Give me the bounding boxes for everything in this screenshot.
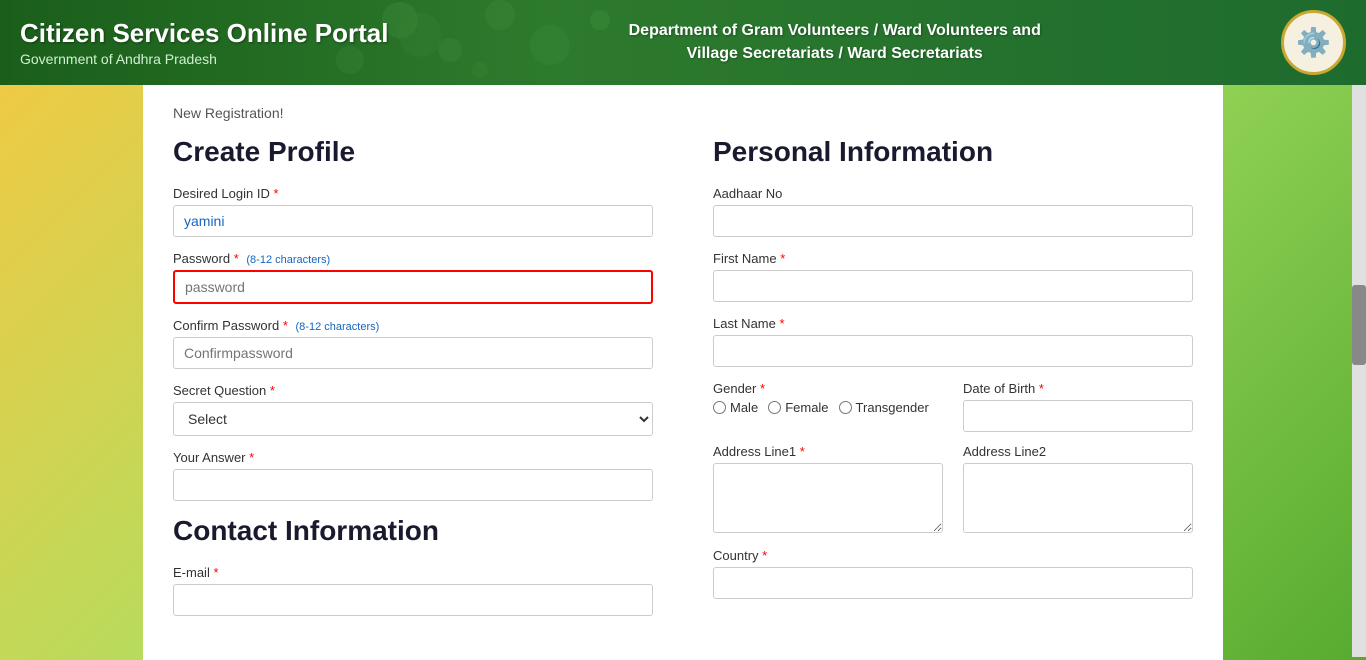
password-label: Password * (8-12 characters) [173, 251, 653, 266]
dob-group: Date of Birth * [963, 381, 1193, 432]
address-row: Address Line1 * Address Line2 [713, 444, 1193, 538]
panel-title: New Registration! [173, 105, 1193, 121]
create-profile-heading: Create Profile [173, 136, 653, 168]
address1-label: Address Line1 * [713, 444, 943, 459]
scrollbar-thumb[interactable] [1352, 285, 1366, 365]
last-name-required: * [780, 316, 785, 331]
login-id-label: Desired Login ID * [173, 186, 653, 201]
gender-radio-transgender[interactable] [839, 401, 852, 414]
confirm-password-input[interactable] [173, 337, 653, 369]
confirm-password-note: (8-12 characters) [296, 321, 380, 333]
your-answer-group: Your Answer * [173, 450, 653, 501]
dept-text: Department of Gram Volunteers / Ward Vol… [629, 22, 1041, 61]
gender-radio-male[interactable] [713, 401, 726, 414]
password-note: (8-12 characters) [246, 254, 330, 266]
address1-input[interactable] [713, 463, 943, 533]
dob-input[interactable] [963, 400, 1193, 432]
your-answer-input[interactable] [173, 469, 653, 501]
gender-label: Gender * [713, 381, 943, 396]
password-required: * [234, 251, 239, 266]
dept-info: Department of Gram Volunteers / Ward Vol… [388, 20, 1281, 65]
gender-label-male: Male [730, 400, 758, 415]
address2-label: Address Line2 [963, 444, 1193, 459]
last-name-input[interactable] [713, 335, 1193, 367]
gender-radio-female[interactable] [768, 401, 781, 414]
email-input[interactable] [173, 584, 653, 616]
logo-icon: ⚙️ [1296, 26, 1331, 59]
aadhaar-label: Aadhaar No [713, 186, 1193, 201]
country-label: Country * [713, 548, 1193, 563]
right-column: Personal Information Aadhaar No First Na… [713, 136, 1193, 630]
country-required: * [762, 548, 767, 563]
gender-required: * [760, 381, 765, 396]
email-group: E-mail * [173, 565, 653, 616]
dob-required: * [1039, 381, 1044, 396]
first-name-label: First Name * [713, 251, 1193, 266]
page-header: Citizen Services Online Portal Governmen… [0, 0, 1366, 85]
first-name-required: * [780, 251, 785, 266]
dob-label: Date of Birth * [963, 381, 1193, 396]
login-id-input[interactable] [173, 205, 653, 237]
contact-info-heading: Contact Information [173, 515, 653, 547]
country-group: Country * [713, 548, 1193, 599]
gender-label-transgender: Transgender [856, 400, 929, 415]
confirm-password-required: * [283, 318, 288, 333]
email-required: * [213, 565, 218, 580]
gender-group: Gender * Male Female Transgender [713, 381, 943, 432]
gender-radio-group: Male Female Transgender [713, 400, 943, 415]
govt-logo: ⚙️ [1281, 10, 1346, 75]
email-label: E-mail * [173, 565, 653, 580]
aadhaar-group: Aadhaar No [713, 186, 1193, 237]
gender-dob-row: Gender * Male Female Transgender [713, 381, 1193, 432]
password-input[interactable] [173, 270, 653, 304]
country-input[interactable] [713, 567, 1193, 599]
left-column: Create Profile Desired Login ID * Passwo… [173, 136, 653, 630]
password-group: Password * (8-12 characters) [173, 251, 653, 304]
last-name-group: Last Name * [713, 316, 1193, 367]
gender-label-female: Female [785, 400, 828, 415]
first-name-group: First Name * [713, 251, 1193, 302]
aadhaar-input[interactable] [713, 205, 1193, 237]
secret-question-group: Secret Question * Select What is your mo… [173, 383, 653, 436]
login-id-group: Desired Login ID * [173, 186, 653, 237]
portal-title: Citizen Services Online Portal [20, 18, 388, 49]
your-answer-label: Your Answer * [173, 450, 653, 465]
secret-question-required: * [270, 383, 275, 398]
address1-group: Address Line1 * [713, 444, 943, 538]
portal-subtitle: Government of Andhra Pradesh [20, 51, 388, 67]
first-name-input[interactable] [713, 270, 1193, 302]
form-layout: Create Profile Desired Login ID * Passwo… [173, 136, 1193, 630]
main-wrapper: New Registration! Create Profile Desired… [0, 85, 1366, 660]
address1-required: * [800, 444, 805, 459]
personal-info-heading: Personal Information [713, 136, 1193, 168]
your-answer-required: * [249, 450, 254, 465]
secret-question-select[interactable]: Select What is your mother's maiden name… [173, 402, 653, 436]
secret-question-label: Secret Question * [173, 383, 653, 398]
registration-panel: New Registration! Create Profile Desired… [143, 85, 1223, 660]
scrollbar-track[interactable] [1352, 85, 1366, 657]
address2-group: Address Line2 [963, 444, 1193, 538]
header-branding: Citizen Services Online Portal Governmen… [20, 18, 388, 67]
confirm-password-group: Confirm Password * (8-12 characters) [173, 318, 653, 369]
last-name-label: Last Name * [713, 316, 1193, 331]
login-id-required: * [273, 186, 278, 201]
confirm-password-label: Confirm Password * (8-12 characters) [173, 318, 653, 333]
address2-input[interactable] [963, 463, 1193, 533]
